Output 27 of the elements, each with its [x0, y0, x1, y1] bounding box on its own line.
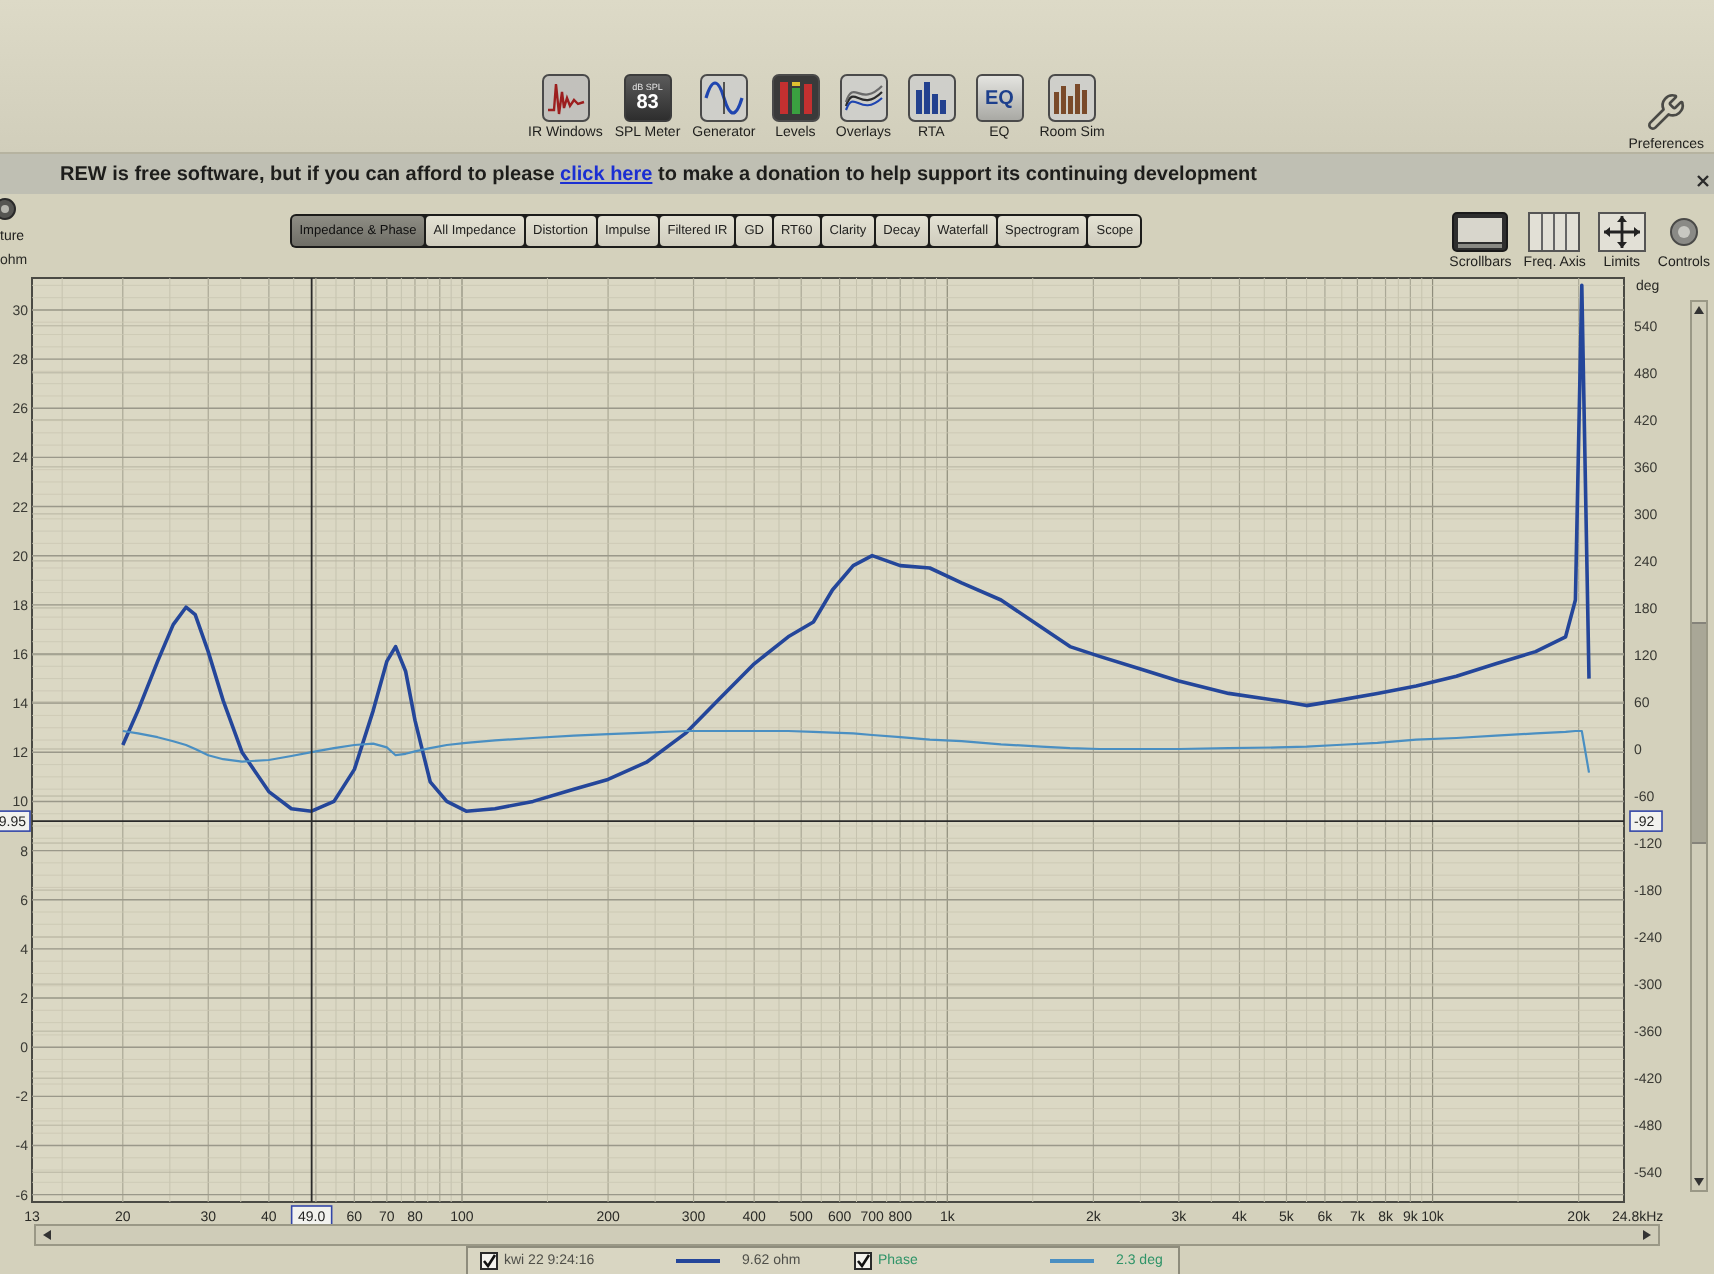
waveform-icon	[541, 74, 590, 122]
close-icon[interactable]	[1696, 174, 1710, 188]
sine-wave-icon	[699, 74, 748, 122]
vertical-scrollbar[interactable]	[1690, 300, 1708, 1192]
checkbox[interactable]	[480, 1252, 498, 1270]
bar-chart-icon	[1048, 74, 1097, 122]
round-button-icon	[0, 198, 16, 220]
donation-link[interactable]: click here	[560, 163, 653, 185]
horizontal-scrollbar[interactable]	[34, 1224, 1660, 1246]
eq-tile-label: EQ	[984, 87, 1014, 109]
level-bars-icon	[771, 74, 820, 122]
columns-icon	[1528, 212, 1581, 252]
meter-reading: 83	[636, 92, 659, 114]
curves-icon	[839, 74, 888, 122]
up-arrow-icon[interactable]	[1692, 302, 1706, 318]
bar-chart-icon	[907, 74, 956, 122]
checkbox[interactable]	[854, 1252, 872, 1270]
knob-icon	[1669, 212, 1698, 252]
window-frame-icon	[1452, 212, 1509, 252]
scrollbar-thumb[interactable]	[1692, 622, 1706, 844]
four-arrows-icon	[1597, 212, 1646, 252]
vertical-cursor-line[interactable]	[310, 277, 313, 1203]
wrench-icon	[1646, 92, 1687, 132]
left-arrow-icon[interactable]	[40, 1228, 54, 1242]
right-arrow-icon[interactable]	[1640, 1228, 1654, 1242]
down-arrow-icon[interactable]	[1692, 1174, 1706, 1190]
donation-message: REW is free software, but if you can afford to please click here to make a donation to help support its continuing development	[60, 163, 1257, 185]
